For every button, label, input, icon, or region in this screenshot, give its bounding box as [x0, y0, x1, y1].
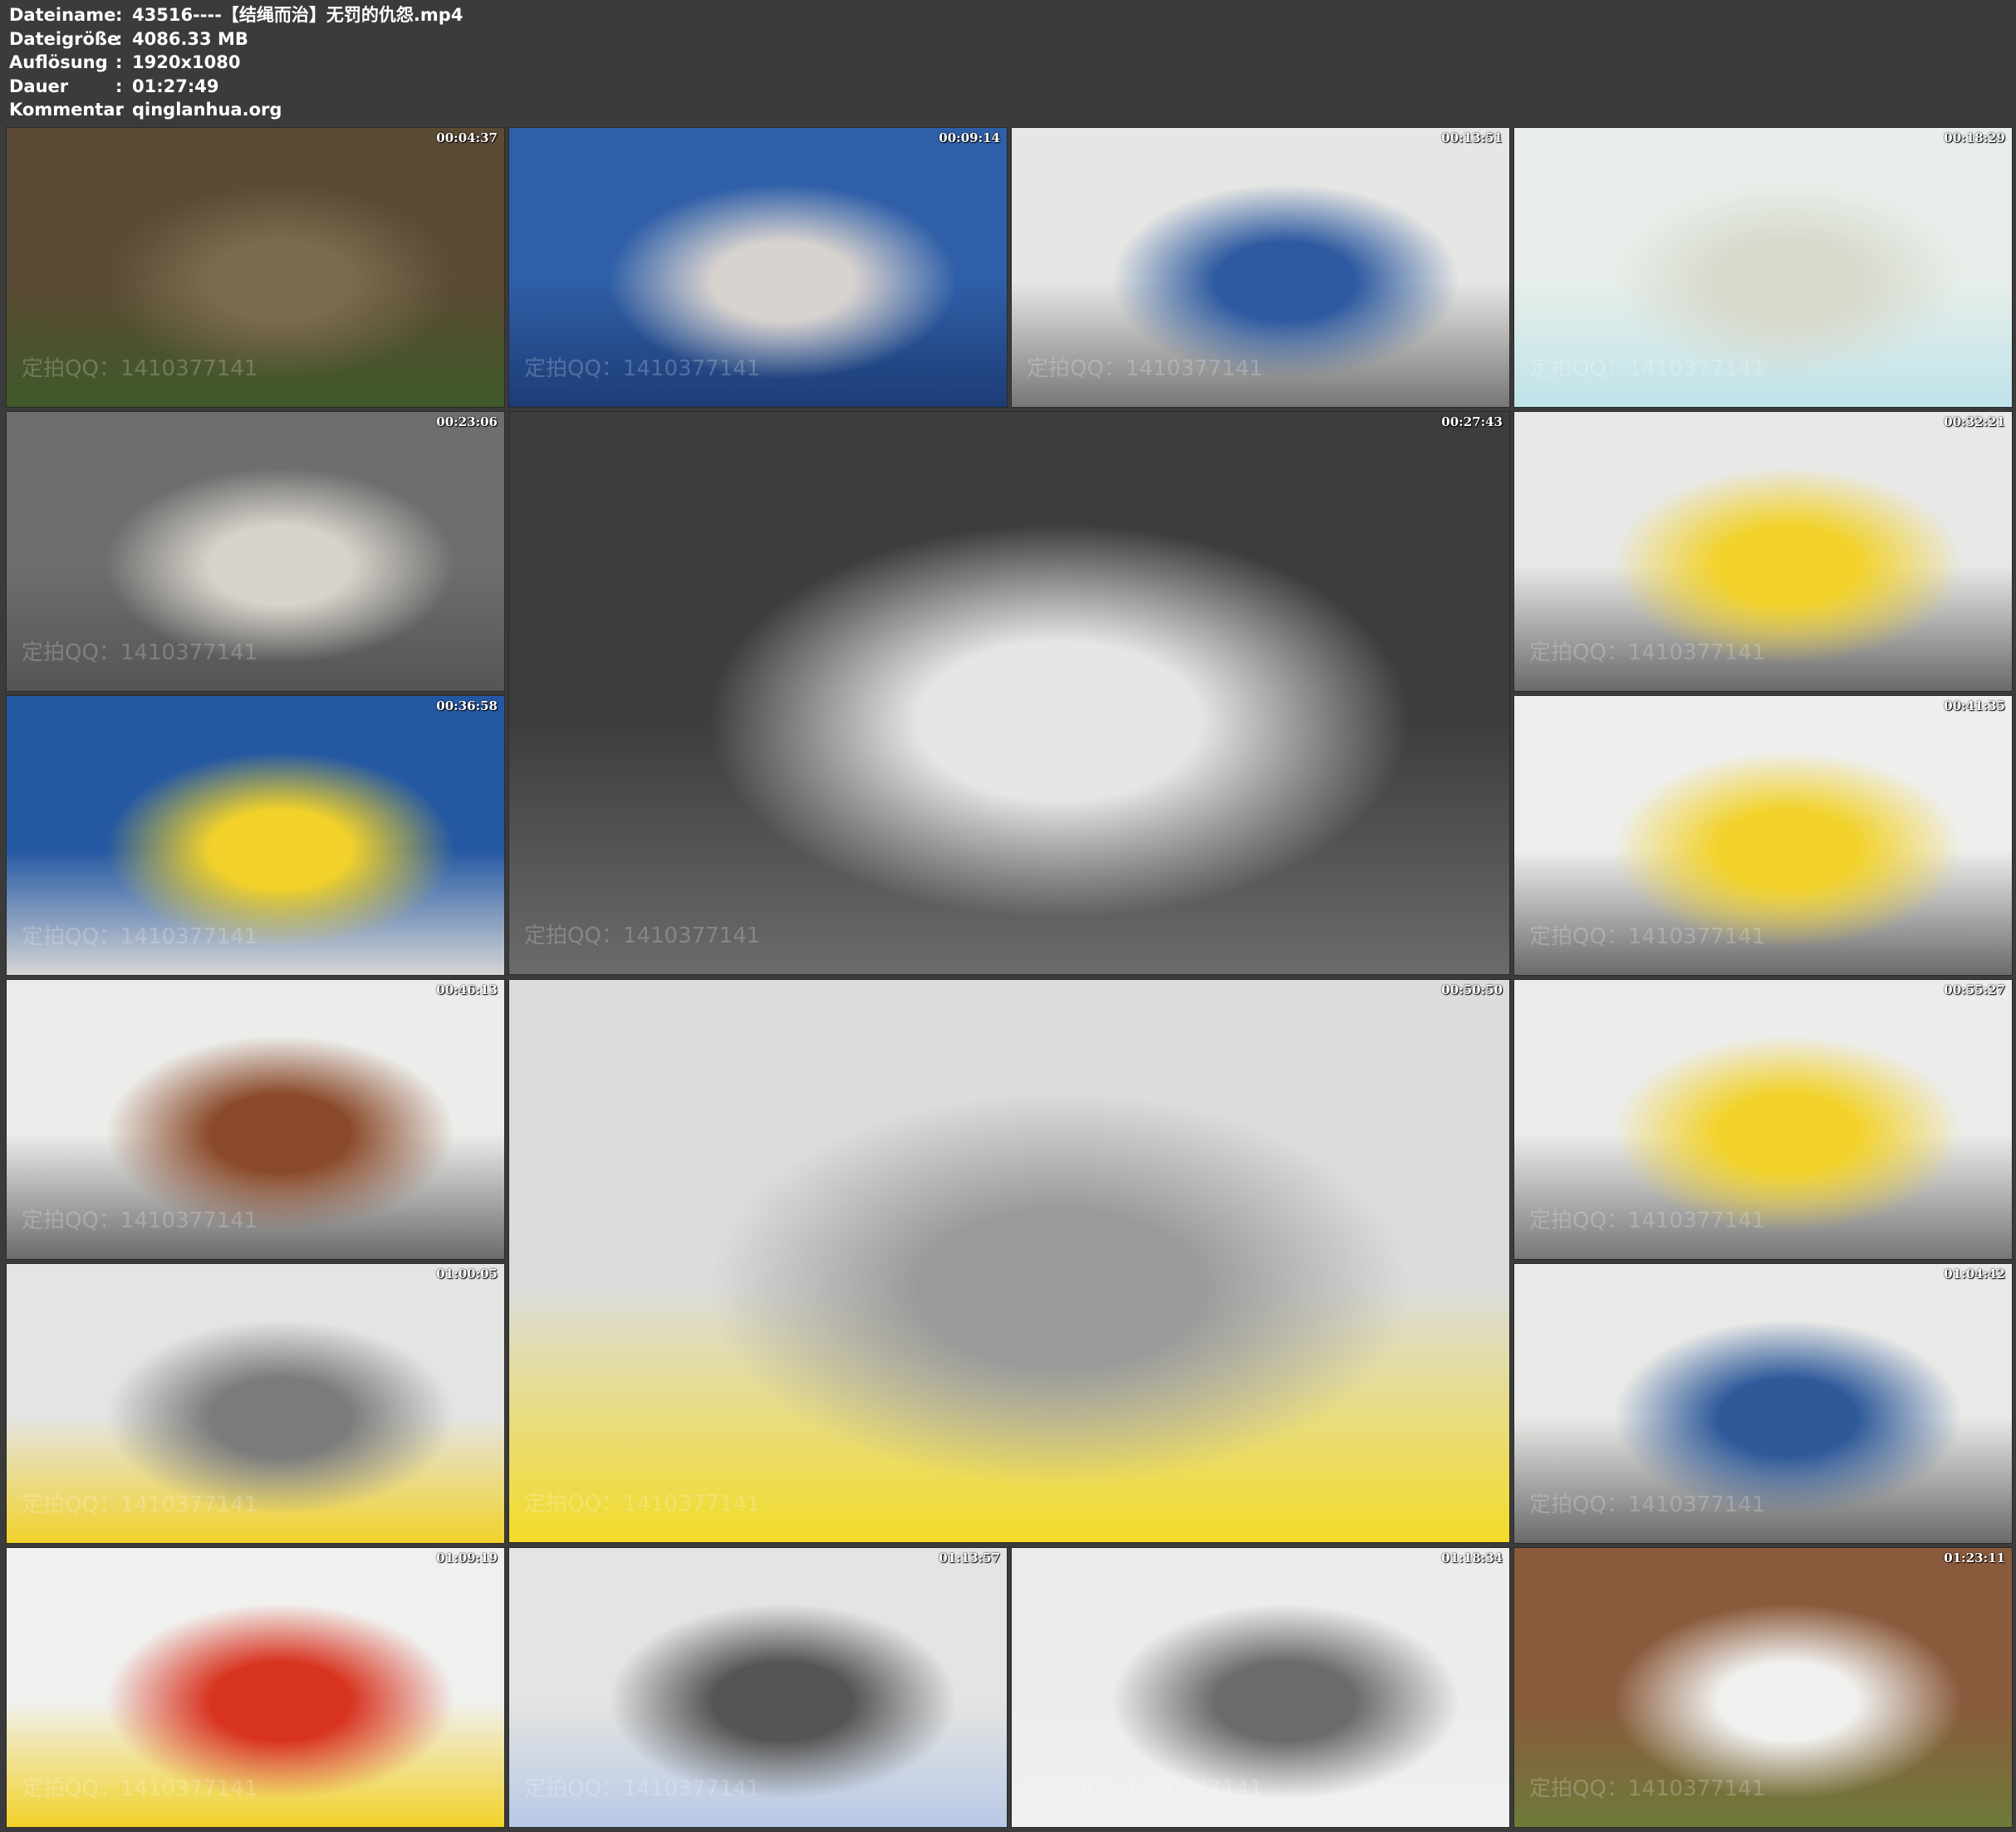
thumbnail-frame[interactable]: 定拍QQ：1410377141 01:09:19 — [6, 1547, 505, 1828]
contact-sheet: Dateiname : 43516----【结绳而治】无罚的仇怨.mp4 Dat… — [0, 0, 2016, 1832]
info-value: qinglanhua.org — [132, 100, 282, 120]
watermark-text: 定拍QQ：1410377141 — [1529, 1492, 1766, 1517]
info-key: Auflösung — [9, 52, 108, 72]
watermark-text: 定拍QQ：1410377141 — [1529, 1208, 1766, 1233]
info-value: 4086.33 MB — [132, 28, 248, 49]
info-separator: : — [115, 5, 123, 25]
timestamp: 01:13:57 — [939, 1550, 1000, 1565]
info-separator: : — [115, 28, 123, 49]
thumbnail-frame[interactable]: 定拍QQ：1410377141 00:09:14 — [508, 127, 1008, 408]
thumbnail-frame[interactable]: 定拍QQ：1410377141 01:00:05 — [6, 1263, 505, 1544]
thumbnail-frame[interactable]: 定拍QQ：1410377141 01:18:34 — [1011, 1547, 1510, 1828]
thumbnail-frame[interactable]: 定拍QQ：1410377141 00:32:21 — [1513, 411, 2013, 692]
watermark-text: 定拍QQ：1410377141 — [1529, 356, 1766, 381]
watermark-text: 定拍QQ：1410377141 — [22, 356, 258, 381]
file-info: Dateiname : 43516----【结绳而治】无罚的仇怨.mp4 Dat… — [9, 3, 463, 122]
info-value: 01:27:49 — [132, 76, 219, 96]
info-row-filesize: Dateigröße : 4086.33 MB — [9, 27, 463, 51]
info-key: Kommentar — [9, 100, 124, 120]
timestamp: 01:09:19 — [436, 1550, 498, 1565]
info-row-resolution: Auflösung : 1920x1080 — [9, 51, 463, 75]
thumbnail-frame[interactable]: 定拍QQ：1410377141 01:13:57 — [508, 1547, 1008, 1828]
thumbnail-frame[interactable]: 定拍QQ：1410377141 00:41:35 — [1513, 695, 2013, 976]
timestamp: 00:50:50 — [1441, 982, 1503, 997]
watermark-text: 定拍QQ：1410377141 — [1027, 1776, 1263, 1801]
thumbnail-frame[interactable]: 定拍QQ：1410377141 00:04:37 — [6, 127, 505, 408]
watermark-text: 定拍QQ：1410377141 — [524, 1492, 761, 1516]
info-row-filename: Dateiname : 43516----【结绳而治】无罚的仇怨.mp4 — [9, 3, 463, 27]
watermark-text: 定拍QQ：1410377141 — [1529, 924, 1766, 949]
info-separator: : — [115, 52, 123, 72]
watermark-text: 定拍QQ：1410377141 — [1027, 356, 1263, 381]
info-separator: : — [115, 100, 123, 120]
timestamp: 00:41:35 — [1944, 698, 2005, 713]
info-key: Dateiname — [9, 5, 116, 25]
timestamp: 00:23:06 — [436, 414, 498, 429]
thumbnail-frame[interactable]: 定拍QQ：1410377141 00:27:43 — [508, 411, 1510, 975]
watermark-text: 定拍QQ：1410377141 — [1529, 1776, 1766, 1801]
thumbnail-image — [509, 412, 1509, 974]
timestamp: 01:04:42 — [1944, 1266, 2005, 1281]
timestamp: 00:13:51 — [1441, 130, 1503, 145]
thumbnail-frame[interactable]: 定拍QQ：1410377141 00:23:06 — [6, 411, 505, 692]
timestamp: 00:04:37 — [436, 130, 498, 145]
thumbnail-frame[interactable]: 定拍QQ：1410377141 00:55:27 — [1513, 979, 2013, 1260]
thumbnail-image — [509, 980, 1509, 1542]
timestamp: 00:09:14 — [939, 130, 1000, 145]
info-key: Dateigröße — [9, 28, 120, 49]
watermark-text: 定拍QQ：1410377141 — [524, 356, 761, 381]
watermark-text: 定拍QQ：1410377141 — [1529, 640, 1766, 665]
info-key: Dauer — [9, 76, 69, 96]
timestamp: 00:27:43 — [1441, 414, 1503, 429]
timestamp: 01:18:34 — [1441, 1550, 1503, 1565]
info-separator: : — [115, 76, 123, 96]
timestamp: 00:32:21 — [1944, 414, 2005, 429]
timestamp: 00:55:27 — [1944, 982, 2005, 997]
timestamp: 00:36:58 — [436, 698, 498, 713]
info-value: 1920x1080 — [132, 52, 241, 72]
thumbnail-frame[interactable]: 定拍QQ：1410377141 00:18:29 — [1513, 127, 2013, 408]
watermark-text: 定拍QQ：1410377141 — [22, 640, 258, 665]
timestamp: 00:18:29 — [1944, 130, 2005, 145]
thumbnail-frame[interactable]: 定拍QQ：1410377141 00:46:13 — [6, 979, 505, 1260]
watermark-text: 定拍QQ：1410377141 — [22, 1492, 258, 1517]
thumbnail-frame[interactable]: 定拍QQ：1410377141 01:23:11 — [1513, 1547, 2013, 1828]
timestamp: 01:00:05 — [436, 1266, 498, 1281]
info-row-comment: Kommentar : qinglanhua.org — [9, 98, 463, 122]
timestamp: 01:23:11 — [1944, 1550, 2005, 1565]
thumbnail-frame[interactable]: 定拍QQ：1410377141 01:04:42 — [1513, 1263, 2013, 1544]
info-row-duration: Dauer : 01:27:49 — [9, 75, 463, 99]
thumbnail-frame[interactable]: 定拍QQ：1410377141 00:36:58 — [6, 695, 505, 976]
watermark-text: 定拍QQ：1410377141 — [524, 923, 761, 948]
timestamp: 00:46:13 — [436, 982, 498, 997]
watermark-text: 定拍QQ：1410377141 — [22, 1208, 258, 1233]
watermark-text: 定拍QQ：1410377141 — [524, 1776, 761, 1801]
thumbnail-frame[interactable]: 定拍QQ：1410377141 00:50:50 — [508, 979, 1510, 1543]
info-value: 43516----【结绳而治】无罚的仇怨.mp4 — [132, 5, 464, 25]
thumbnail-frame[interactable]: 定拍QQ：1410377141 00:13:51 — [1011, 127, 1510, 408]
watermark-text: 定拍QQ：1410377141 — [22, 1776, 258, 1801]
watermark-text: 定拍QQ：1410377141 — [22, 924, 258, 949]
